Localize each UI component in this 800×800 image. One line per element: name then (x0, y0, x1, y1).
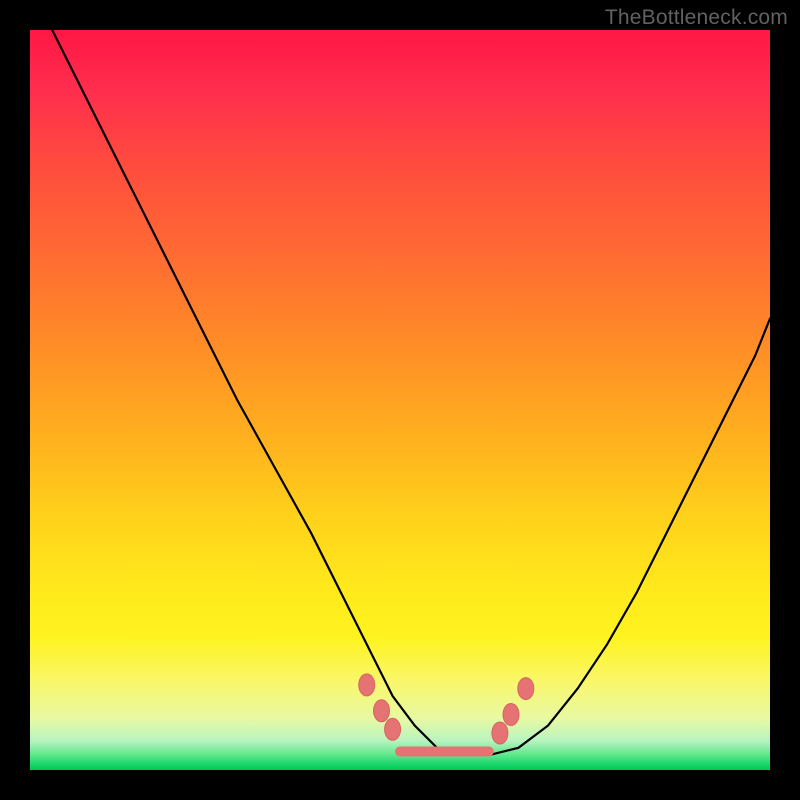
curve-marker-0 (359, 674, 375, 696)
curve-marker-1 (374, 700, 390, 722)
chart-overlay (30, 30, 770, 770)
curve-marker-4 (503, 704, 519, 726)
watermark-text: TheBottleneck.com (605, 6, 788, 30)
plot-area (30, 30, 770, 770)
curve-markers (359, 674, 534, 744)
curve-marker-5 (518, 678, 534, 700)
curve-marker-3 (492, 722, 508, 744)
bottleneck-curve (52, 30, 770, 755)
chart-frame: TheBottleneck.com (0, 0, 800, 800)
curve-marker-2 (385, 718, 401, 740)
